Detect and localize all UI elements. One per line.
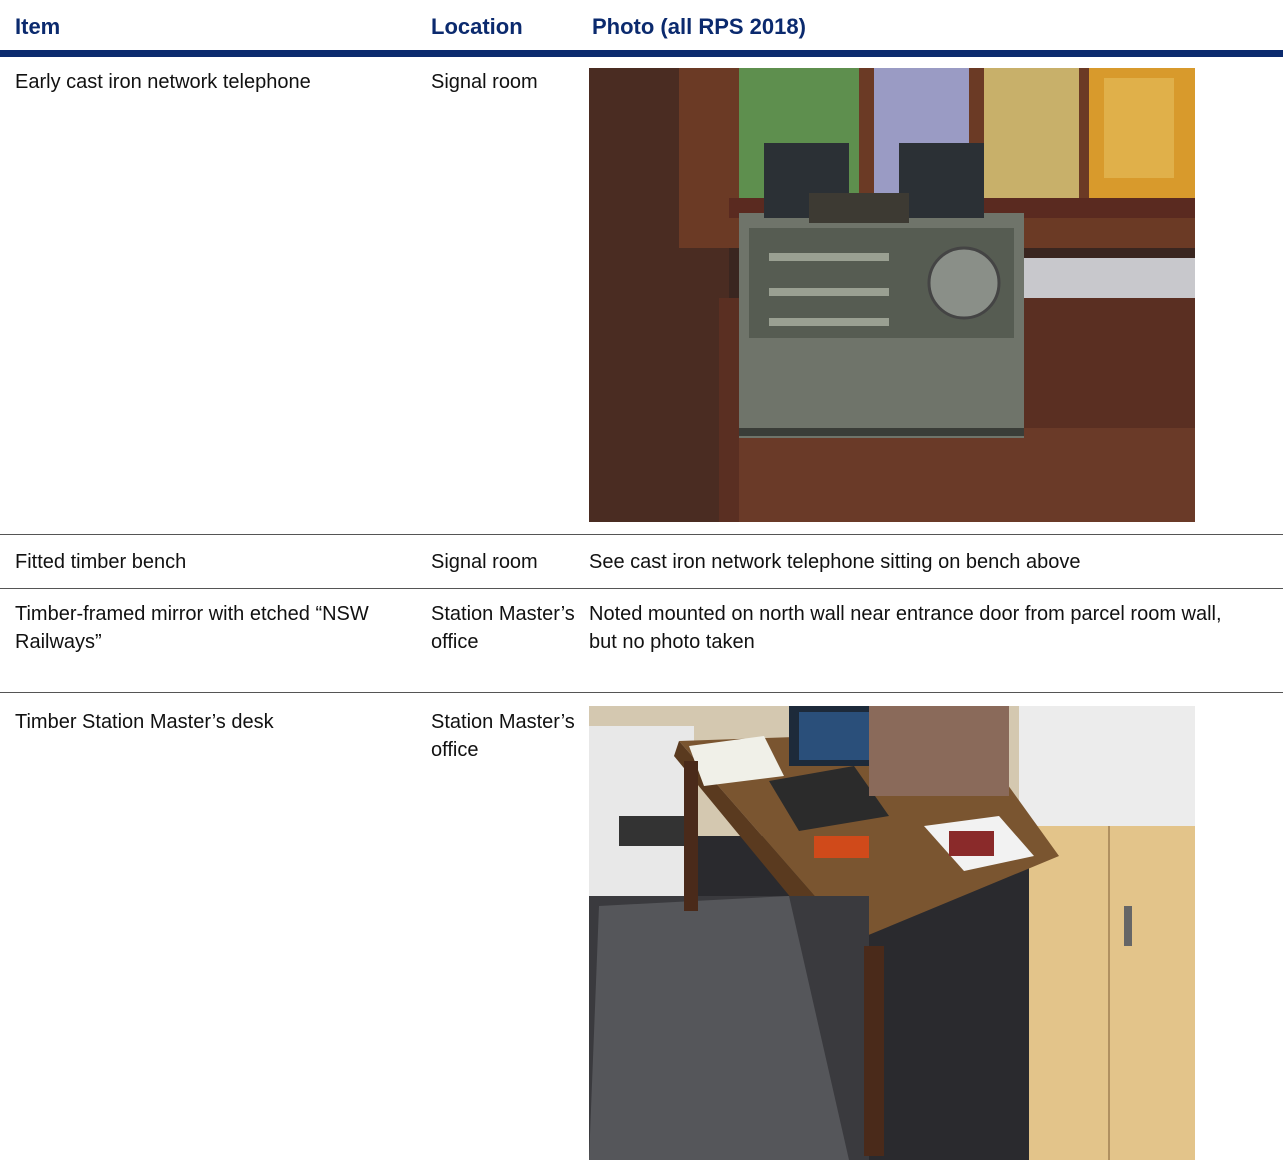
- table-row: Timber Station Master’s desk Station Mas…: [0, 706, 1283, 1160]
- photo-note-cell: Noted mounted on north wall near entranc…: [589, 603, 1222, 653]
- location-cell: Station Master’s office: [431, 603, 575, 653]
- header-rule: [0, 50, 1283, 57]
- location-cell: Signal room: [431, 551, 538, 573]
- table-row: Early cast iron network telephone Signal…: [0, 68, 1283, 535]
- column-header-location: Location: [431, 14, 523, 39]
- desk-photo: [589, 706, 1195, 1160]
- item-cell: Early cast iron network telephone: [15, 71, 311, 93]
- row-divider: [0, 588, 1283, 589]
- photo-note-cell: See cast iron network telephone sitting …: [589, 551, 1081, 573]
- item-cell: Timber Station Master’s desk: [15, 711, 274, 733]
- table-row: Timber-framed mirror with etched “NSW Ra…: [0, 600, 1283, 692]
- item-cell: Timber-framed mirror with etched “NSW Ra…: [15, 603, 369, 653]
- table-row: Fitted timber bench Signal room See cast…: [0, 548, 1283, 588]
- location-cell: Signal room: [431, 71, 538, 93]
- column-header-photo: Photo (all RPS 2018): [592, 14, 806, 39]
- location-cell: Station Master’s office: [431, 711, 575, 761]
- item-cell: Fitted timber bench: [15, 551, 187, 573]
- telephone-photo: [589, 68, 1195, 522]
- row-divider: [0, 692, 1283, 693]
- column-header-item: Item: [15, 14, 61, 39]
- table-header: Item Location Photo (all RPS 2018): [0, 0, 1283, 57]
- row-divider: [0, 534, 1283, 535]
